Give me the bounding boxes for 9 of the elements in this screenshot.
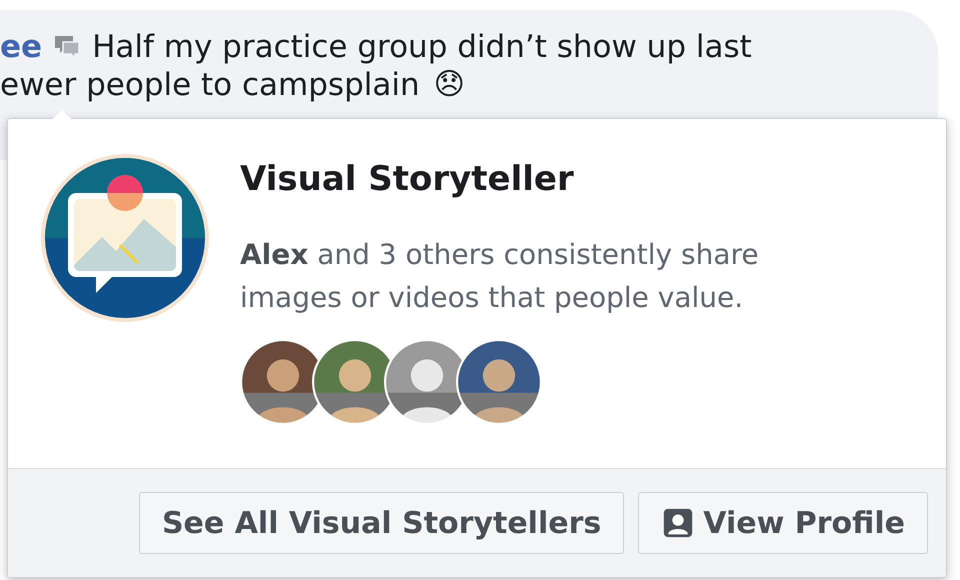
comment-text: Half my practice group didn’t show up last bbox=[92, 28, 752, 66]
badge-title: Visual Storyteller bbox=[240, 159, 575, 199]
view-profile-button[interactable]: View Profile bbox=[638, 492, 928, 554]
comment-text: ewer people to campsplain bbox=[0, 66, 420, 104]
badge-description: Alex and 3 others consistently share images or videos that people value. bbox=[240, 237, 760, 316]
see-all-button[interactable]: See All Visual Storytellers bbox=[138, 492, 624, 554]
author-link[interactable]: ee bbox=[0, 28, 42, 66]
sad-emoji: 😞 bbox=[434, 66, 465, 104]
image-bubble-icon bbox=[40, 153, 210, 323]
